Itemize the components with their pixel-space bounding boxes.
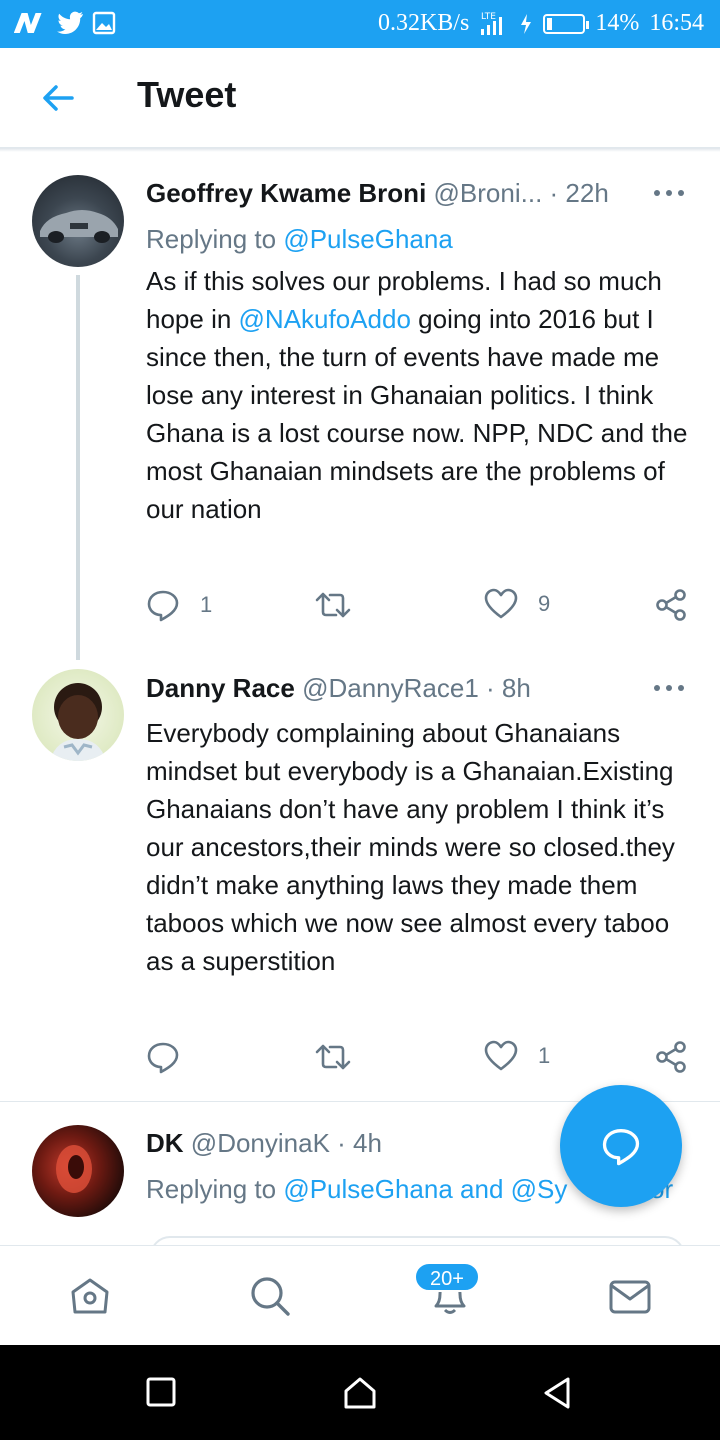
battery-icon xyxy=(543,13,590,34)
tweet-actions: 1 9 xyxy=(146,588,691,628)
like-count: 9 xyxy=(538,591,551,616)
tweet-time: · 8h xyxy=(486,673,531,703)
nav-search[interactable] xyxy=(248,1274,292,1318)
retweet-icon xyxy=(315,1044,351,1070)
app-header: Tweet xyxy=(0,48,720,148)
share-icon xyxy=(656,589,686,621)
tweet-text: Everybody complaining about Ghanaians mi… xyxy=(146,718,675,976)
more-options-button[interactable] xyxy=(654,190,684,200)
home-icon xyxy=(71,1278,109,1314)
page-title: Tweet xyxy=(137,74,237,115)
like-button[interactable]: 1 xyxy=(484,1040,550,1072)
charging-icon xyxy=(521,13,532,34)
tweet-geoffrey[interactable]: Geoffrey Kwame Broni @Broni... · 22h Rep… xyxy=(0,160,720,660)
mail-icon xyxy=(609,1280,651,1314)
tweet-text: As if this solves our problems. I had so… xyxy=(146,266,688,524)
header-shadow xyxy=(0,148,720,152)
twitter-icon xyxy=(57,11,83,35)
house-outline-icon xyxy=(344,1377,376,1409)
tweet-header: Danny Race @DannyRace1 · 8h xyxy=(146,673,690,704)
embedded-card[interactable] xyxy=(150,1236,685,1245)
back-button[interactable] xyxy=(38,78,78,118)
reply-button[interactable]: 1 xyxy=(146,588,212,622)
replying-to: Replying to @PulseGhana and @Sy xyxy=(146,1174,568,1204)
author-handle[interactable]: @Broni... xyxy=(434,178,543,208)
replying-to: Replying to @PulseGhana xyxy=(146,224,453,254)
signal-icon: LTE xyxy=(481,12,503,35)
mention-link[interactable]: @NAkufoAddo xyxy=(239,304,411,334)
reply-button[interactable] xyxy=(146,1040,200,1074)
home-system-button[interactable] xyxy=(342,1375,378,1411)
share-icon xyxy=(656,1041,686,1073)
reply-icon xyxy=(147,1042,179,1074)
retweet-button[interactable] xyxy=(314,1040,352,1074)
reply-count: 1 xyxy=(200,592,213,617)
image-icon xyxy=(92,11,116,35)
author-name[interactable]: DK xyxy=(146,1128,184,1158)
nav-home[interactable] xyxy=(68,1274,112,1318)
author-handle[interactable]: @DannyRace1 xyxy=(302,673,479,703)
battery-percent: 14% xyxy=(595,10,640,36)
compose-reply-button[interactable] xyxy=(560,1085,682,1207)
clock: 16:54 xyxy=(649,10,704,36)
back-arrow-icon xyxy=(43,85,74,111)
bottom-navigation: 20+ xyxy=(0,1245,720,1345)
network-speed: 0.32KB/s xyxy=(377,10,470,36)
like-count: 1 xyxy=(538,1043,551,1068)
back-system-button[interactable] xyxy=(540,1375,576,1411)
notification-badge: 20+ xyxy=(414,1262,480,1292)
triangle-back-icon xyxy=(544,1377,570,1409)
share-button[interactable] xyxy=(654,588,688,622)
tweet-time: · 4h xyxy=(337,1128,382,1158)
recents-button[interactable] xyxy=(144,1375,180,1411)
nav-messages[interactable] xyxy=(608,1274,652,1318)
svg-text:LTE: LTE xyxy=(481,12,496,22)
author-name[interactable]: Geoffrey Kwame Broni xyxy=(146,178,426,208)
heart-icon xyxy=(484,588,518,619)
more-options-button[interactable] xyxy=(654,685,684,695)
square-icon xyxy=(146,1377,176,1407)
thread-line xyxy=(76,275,80,660)
avatar[interactable] xyxy=(32,1125,124,1217)
retweet-button[interactable] xyxy=(314,588,352,622)
reply-mention-link[interactable]: @PulseGhana and @Sy xyxy=(283,1174,567,1204)
like-button[interactable]: 9 xyxy=(484,588,550,620)
avatar[interactable] xyxy=(32,175,124,267)
search-icon xyxy=(251,1277,290,1316)
tweet-time: · 22h xyxy=(549,178,609,208)
reply-mention-link[interactable]: @PulseGhana xyxy=(283,224,453,254)
avatar[interactable] xyxy=(32,669,124,761)
reply-icon xyxy=(147,590,179,622)
reply-bubble-icon xyxy=(602,1129,640,1166)
heart-icon xyxy=(484,1040,518,1071)
tweet-danny[interactable]: Danny Race @DannyRace1 · 8h Everybody co… xyxy=(0,655,720,1100)
share-button[interactable] xyxy=(654,1040,688,1074)
retweet-icon xyxy=(315,592,351,618)
tweet-header: Geoffrey Kwame Broni @Broni... · 22h xyxy=(146,178,690,209)
tweet-actions: 1 xyxy=(146,1040,691,1080)
author-name[interactable]: Danny Race xyxy=(146,673,295,703)
status-bar: 0.32KB/s LTE 14% 16:54 xyxy=(0,0,720,48)
author-handle[interactable]: @DonyinaK xyxy=(191,1128,330,1158)
n-icon xyxy=(14,13,42,33)
system-navigation-bar xyxy=(0,1345,720,1440)
